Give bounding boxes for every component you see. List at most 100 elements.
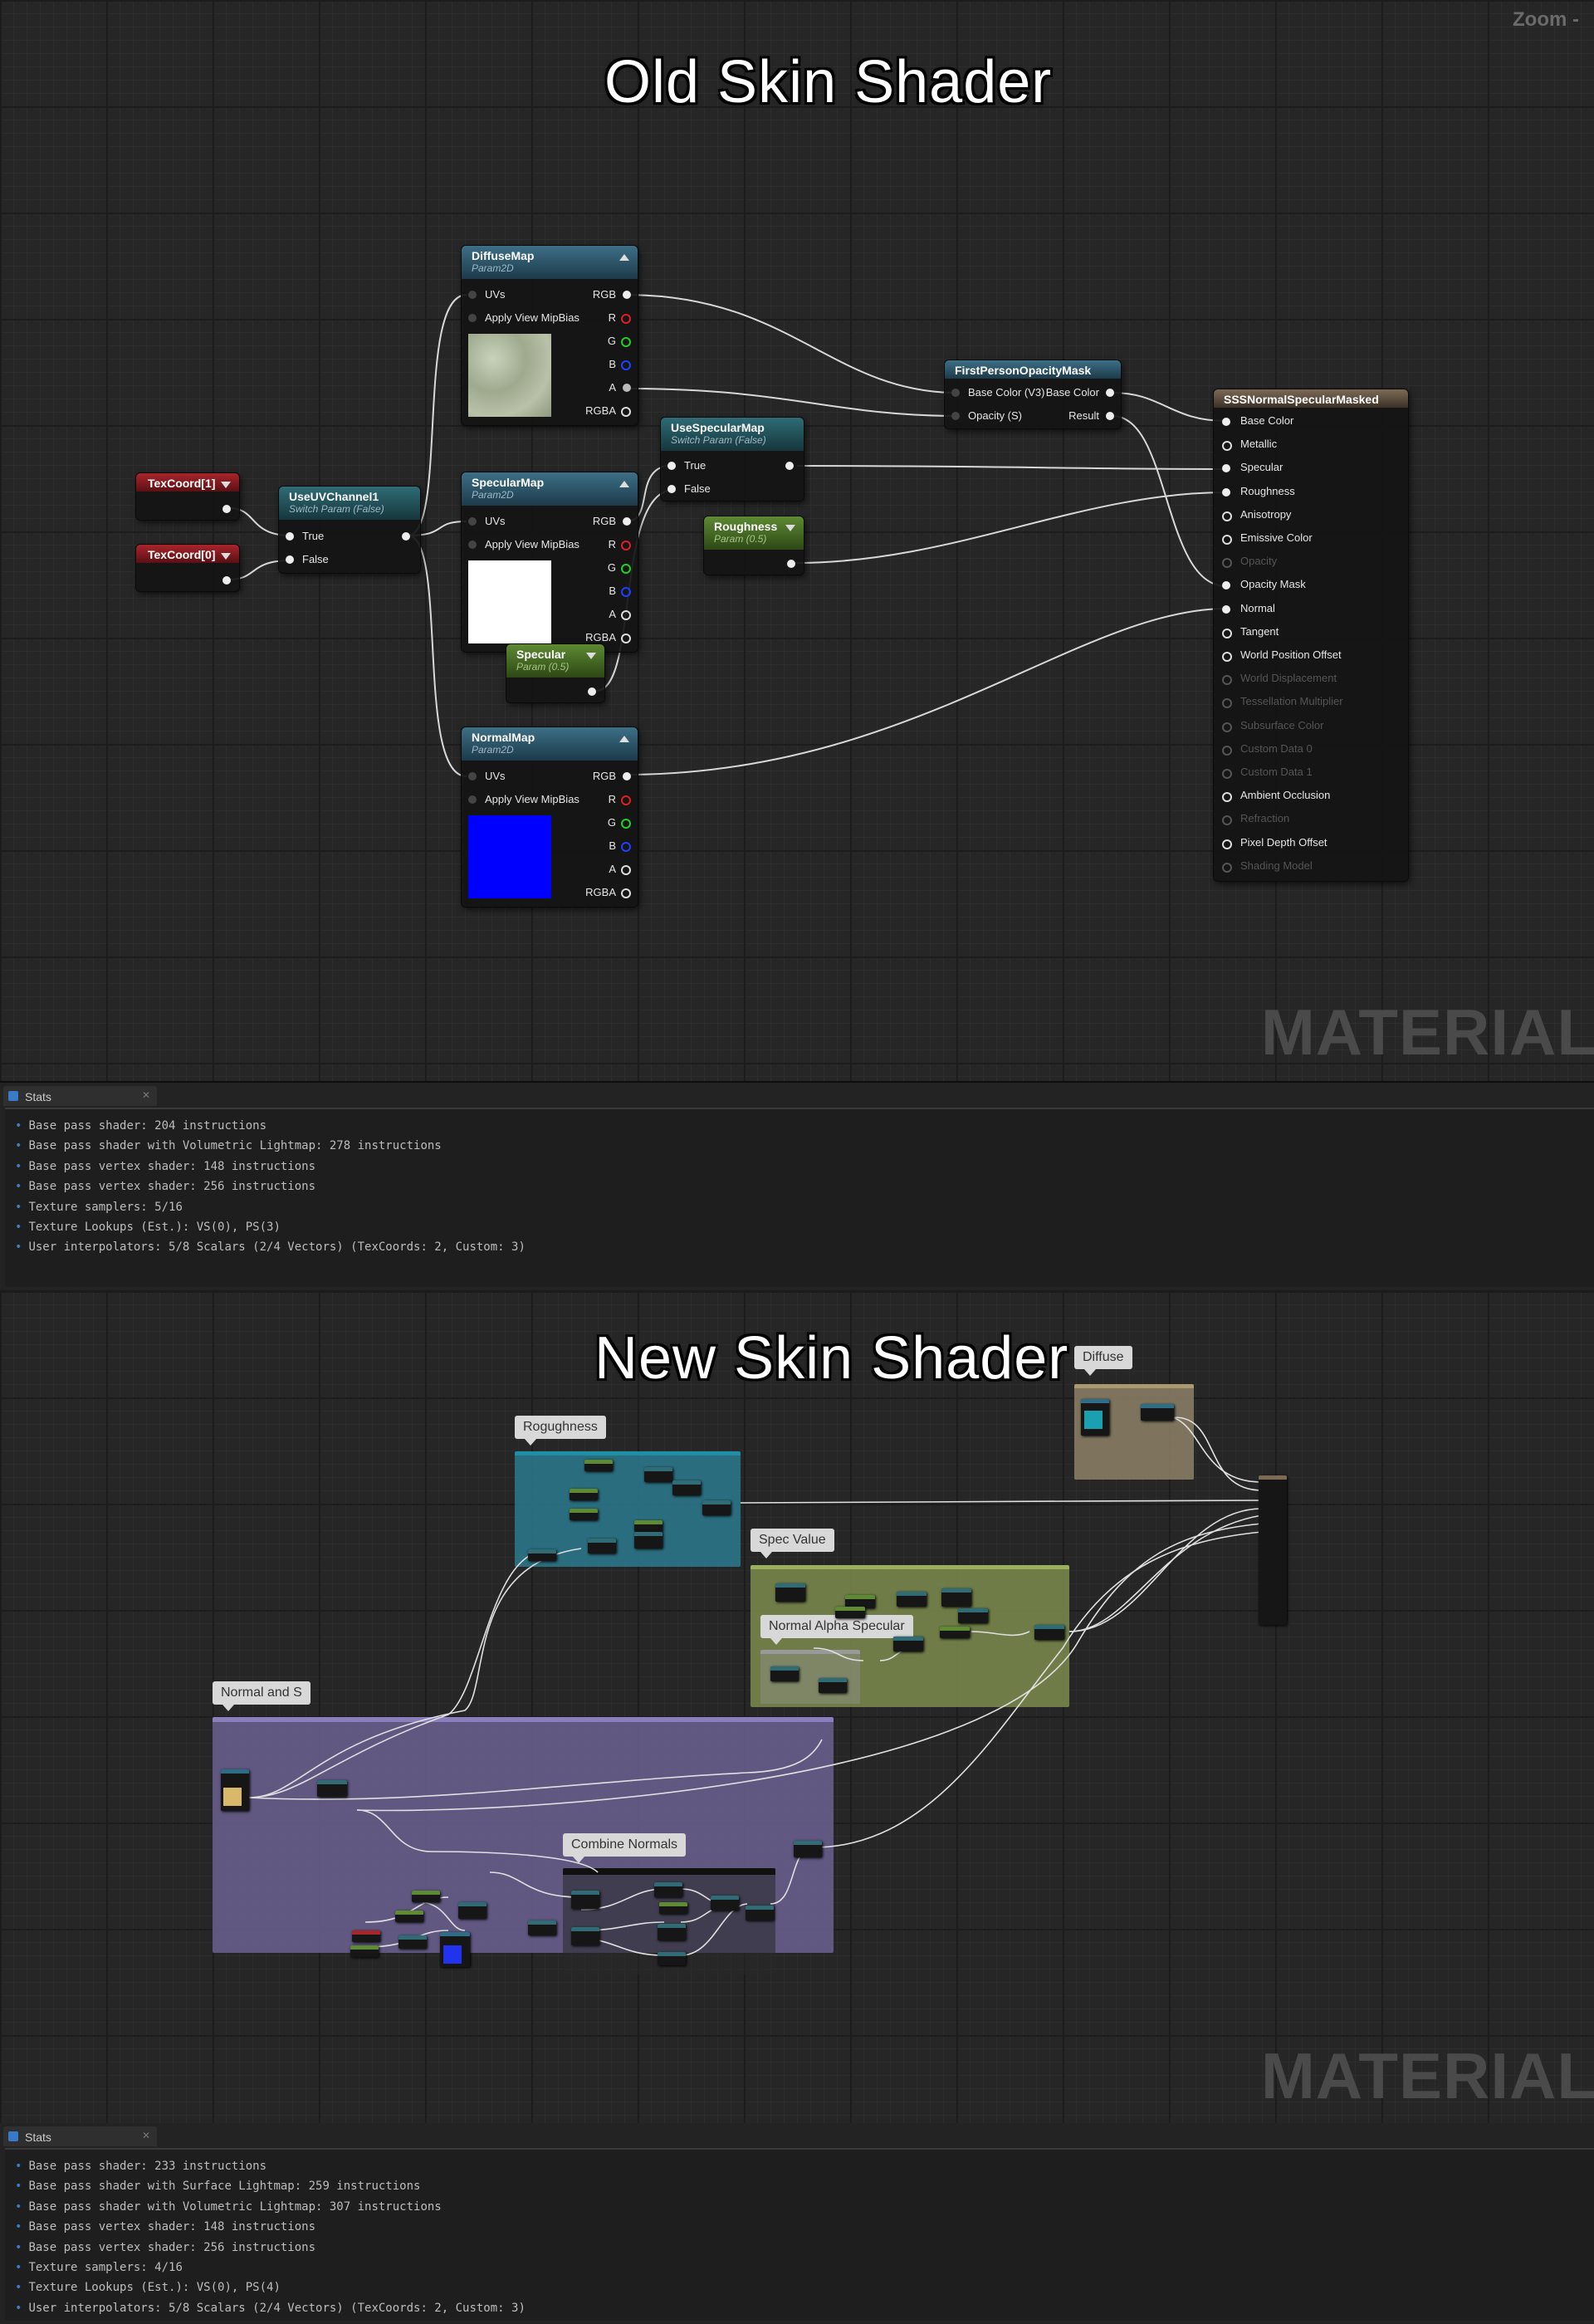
specular-param-output-pin[interactable] [588, 687, 596, 696]
rgb-output-pin[interactable] [623, 291, 631, 299]
new-material-result-node[interactable] [1259, 1475, 1287, 1625]
opacity-input-pin[interactable] [951, 412, 960, 420]
normal-param-node[interactable] [395, 1911, 423, 1922]
material-input-pin[interactable] [1222, 535, 1232, 545]
use-uv-channel-node[interactable]: UseUVChannel1 Switch Param (False) True F… [279, 487, 420, 573]
uvs-input-pin[interactable] [468, 772, 477, 780]
collapse-arrow-icon[interactable] [221, 553, 231, 560]
diffuse-texture-node[interactable] [1081, 1399, 1109, 1436]
combine-math-node[interactable] [658, 1952, 686, 1965]
spec-math-node[interactable] [775, 1583, 805, 1602]
use-uv-output-pin[interactable] [402, 532, 410, 541]
g-output-pin[interactable] [621, 337, 631, 347]
diffuse-multiply-node[interactable] [1141, 1404, 1174, 1421]
a-output-pin[interactable] [621, 865, 631, 875]
texcoord-node[interactable] [352, 1930, 380, 1942]
material-input-pin[interactable] [1222, 769, 1232, 779]
material-input-pin[interactable] [1222, 675, 1232, 686]
spec-math-node[interactable] [1034, 1625, 1064, 1640]
spec-param-node[interactable] [940, 1627, 970, 1638]
material-input-pin[interactable] [1222, 511, 1232, 521]
combine-math-node[interactable] [654, 1882, 682, 1897]
old-material-graph[interactable]: Old Skin Shader Zoom - MATERIAL TexCoord… [0, 0, 1594, 1083]
mipbias-input-pin[interactable] [468, 795, 477, 804]
detail-normal-texture-node[interactable] [440, 1932, 470, 1967]
rgba-output-pin[interactable] [621, 634, 631, 643]
normal-math-node[interactable] [317, 1780, 347, 1797]
r-output-pin[interactable] [621, 795, 631, 805]
texcoord0-output-pin[interactable] [222, 576, 231, 585]
r-output-pin[interactable] [621, 314, 631, 324]
collapse-arrow-icon[interactable] [619, 254, 629, 261]
mipbias-input-pin[interactable] [468, 541, 477, 549]
sss-material-result-node[interactable]: SSSNormalSpecularMasked Base Color Metall… [1214, 389, 1408, 881]
texcoord1-output-pin[interactable] [222, 505, 231, 513]
true-input-pin[interactable] [286, 532, 294, 541]
collapse-arrow-icon[interactable] [619, 736, 629, 742]
roughness-math-node[interactable] [528, 1549, 556, 1561]
spec-math-node[interactable] [958, 1608, 988, 1623]
material-input-pin[interactable] [1222, 418, 1230, 426]
material-input-pin[interactable] [1222, 839, 1232, 849]
collapse-arrow-icon[interactable] [785, 525, 795, 531]
base-color-output-pin[interactable] [1106, 389, 1114, 397]
collapse-arrow-icon[interactable] [221, 482, 231, 488]
b-output-pin[interactable] [621, 360, 631, 370]
normal-alpha-node[interactable] [819, 1678, 847, 1693]
uvs-input-pin[interactable] [468, 517, 477, 526]
spec-param-node[interactable] [835, 1607, 865, 1618]
false-input-pin[interactable] [667, 485, 676, 493]
g-output-pin[interactable] [621, 564, 631, 574]
close-icon[interactable]: ✕ [142, 2130, 150, 2141]
material-input-pin[interactable] [1222, 581, 1230, 590]
diffuse-map-node[interactable]: DiffuseMap Param2D UVs Apply View MipBias… [462, 246, 638, 425]
collapse-arrow-icon[interactable] [619, 481, 629, 487]
material-input-pin[interactable] [1222, 722, 1232, 732]
stats-tab[interactable]: Stats ✕ [3, 2126, 157, 2146]
material-input-pin[interactable] [1222, 604, 1230, 614]
a-output-pin[interactable] [623, 384, 631, 392]
combine-math-node[interactable] [658, 1924, 686, 1940]
b-output-pin[interactable] [621, 842, 631, 852]
roughness-math-node[interactable] [588, 1539, 616, 1553]
roughness-math-node[interactable] [634, 1532, 663, 1549]
mipbias-input-pin[interactable] [468, 314, 477, 322]
texcoord0-node[interactable]: TexCoord[0] [136, 545, 239, 591]
r-output-pin[interactable] [621, 541, 631, 550]
roughness-math-node[interactable] [644, 1467, 672, 1482]
normal-alpha-node[interactable] [770, 1666, 799, 1681]
result-output-pin[interactable] [1106, 412, 1114, 420]
roughness-param-node[interactable] [584, 1460, 613, 1471]
combine-math-node[interactable] [571, 1927, 599, 1945]
close-icon[interactable]: ✕ [142, 1089, 150, 1101]
material-input-pin[interactable] [1222, 815, 1232, 826]
normal-map-node[interactable]: NormalMap Param2D UVs Apply View MipBias … [462, 727, 638, 907]
roughness-output-pin[interactable] [787, 560, 795, 568]
use-specular-output-pin[interactable] [785, 462, 794, 470]
rgb-output-pin[interactable] [623, 517, 631, 526]
specular-param-node[interactable]: Specular Param (0.5) [506, 644, 604, 702]
material-input-pin[interactable] [1222, 441, 1232, 452]
true-input-pin[interactable] [667, 462, 676, 470]
roughness-param-node[interactable] [634, 1520, 663, 1532]
normal-texture-sample-node[interactable] [221, 1769, 249, 1811]
roughness-param-node[interactable]: Roughness Param (0.5) [704, 516, 804, 575]
stats-tab[interactable]: Stats ✕ [3, 1086, 157, 1106]
material-input-pin[interactable] [1222, 487, 1230, 497]
a-output-pin[interactable] [621, 610, 631, 620]
material-input-pin[interactable] [1222, 792, 1232, 803]
normal-math-node[interactable] [398, 1935, 427, 1949]
rgba-output-pin[interactable] [621, 407, 631, 417]
spec-math-node[interactable] [893, 1637, 923, 1651]
spec-math-node[interactable] [897, 1592, 927, 1607]
combine-param-node[interactable] [659, 1902, 687, 1914]
combine-math-node[interactable] [571, 1891, 599, 1909]
g-output-pin[interactable] [621, 819, 631, 829]
uvs-input-pin[interactable] [468, 291, 477, 299]
combine-math-node[interactable] [746, 1906, 774, 1920]
normal-param-node[interactable] [350, 1945, 379, 1957]
spec-math-node[interactable] [941, 1588, 971, 1607]
new-material-graph[interactable]: New Skin Shader MATERIAL Diffuse Rogughn… [0, 1291, 1594, 2123]
material-input-pin[interactable] [1222, 558, 1232, 569]
rgb-output-pin[interactable] [623, 772, 631, 780]
